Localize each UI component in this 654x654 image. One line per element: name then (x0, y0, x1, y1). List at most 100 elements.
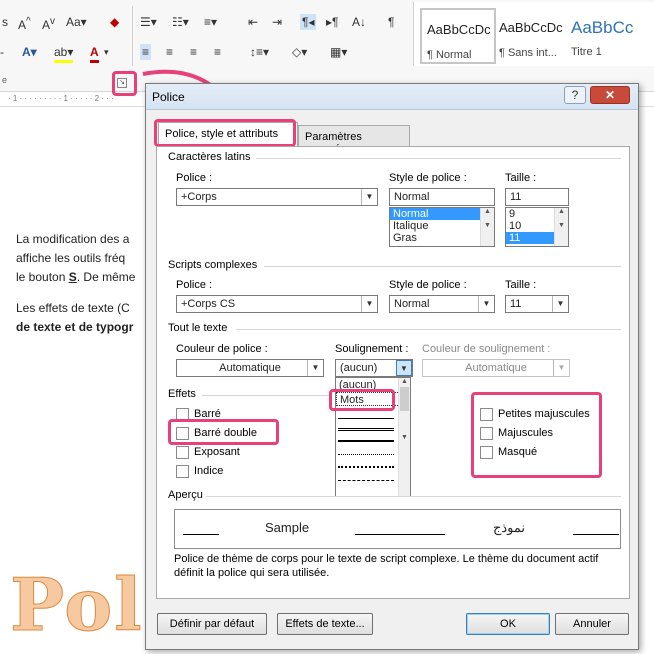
underline-single[interactable] (338, 418, 394, 419)
latin-size-list[interactable]: 9 10 11 ▲ ▼ (505, 207, 569, 247)
style-preview: AaBbCc (571, 18, 634, 37)
help-button[interactable]: ? (564, 86, 586, 104)
ribbon-clipped-icon[interactable]: - (0, 44, 4, 60)
chevron-down-icon[interactable]: ▼ (552, 296, 568, 312)
text-effects-button[interactable]: Effets de texte... (277, 613, 373, 635)
chevron-down-icon[interactable]: ▼ (396, 360, 412, 376)
list-item[interactable]: Italique (390, 220, 494, 232)
shrink-font-icon[interactable]: Av (42, 14, 55, 33)
set-default-button[interactable]: Définir par défaut (157, 613, 267, 635)
underline-label: Soulignement : (335, 343, 409, 355)
underline-dashed[interactable] (338, 480, 394, 481)
underline-dotted-heavy[interactable] (338, 466, 394, 468)
mots-highlight (329, 389, 395, 411)
align-center-icon[interactable]: ≡ (166, 44, 173, 60)
chevron-down-icon[interactable]: ▼ (307, 360, 323, 376)
list-item[interactable]: Gras (390, 232, 494, 244)
checkbox-label: Exposant (194, 446, 240, 458)
complex-heading: Scripts complexes (168, 259, 258, 271)
font-color-value: Automatique (219, 362, 281, 374)
font-color-label: Couleur de police : (176, 343, 268, 355)
watermark-logo: Pol (10, 562, 144, 648)
doc-line: de texte et de typogr (16, 320, 134, 334)
doc-text: le bouton (16, 270, 69, 284)
align-left-icon[interactable]: ≡ (140, 44, 152, 60)
underline-thick[interactable] (338, 440, 394, 442)
font-color-dropdown-icon[interactable]: ▾ (104, 44, 109, 60)
chevron-down-icon: ▼ (553, 360, 569, 376)
preview-rule (355, 534, 445, 535)
show-marks-icon[interactable]: ¶ (388, 14, 394, 30)
font-color-select[interactable]: Automatique ▼ (176, 359, 324, 377)
ribbon-clipped-icon[interactable]: s (2, 14, 8, 30)
shading-icon[interactable]: ◇▾ (292, 44, 307, 60)
style-heading-1[interactable]: AaBbCc Titre 1 (566, 8, 654, 64)
underline-double[interactable] (338, 428, 394, 431)
caps-highlight (471, 392, 602, 478)
scrollbar[interactable]: ▲ ▼ (480, 208, 494, 246)
change-case-icon[interactable]: Aa▾ (66, 14, 87, 30)
latin-font-select[interactable]: +Corps ▼ (176, 188, 378, 206)
superscript-checkbox[interactable] (176, 446, 189, 459)
style-normal[interactable]: AaBbCcDc ¶ Normal (420, 8, 496, 64)
chevron-down-icon[interactable]: ▼ (361, 296, 377, 312)
underline-dotted[interactable] (338, 454, 394, 455)
scrollbar[interactable]: ▲ ▼ (398, 378, 410, 496)
complex-size-select[interactable]: 11 ▼ (505, 295, 569, 313)
ltr-paragraph-icon[interactable]: ¶◂ (300, 14, 317, 30)
bullets-icon[interactable]: ☰▾ (140, 14, 157, 30)
complex-style-label: Style de police : (389, 279, 467, 291)
dialog-titlebar[interactable]: Police ? ✕ (146, 84, 638, 110)
close-button[interactable]: ✕ (590, 86, 630, 104)
ok-button[interactable]: OK (466, 613, 550, 635)
dialog-title: Police (152, 90, 185, 104)
styles-gallery: AaBbCcDc ¶ Normal AaBbCcDc ¶ Sans int...… (413, 2, 654, 66)
numbering-icon[interactable]: ☷▾ (172, 14, 189, 30)
borders-icon[interactable]: ▦▾ (330, 44, 347, 60)
preview-arabic: نموذج (493, 520, 526, 535)
grow-font-icon[interactable]: A^ (18, 14, 31, 33)
subscript-checkbox[interactable] (176, 465, 189, 478)
chevron-down-icon[interactable]: ▼ (361, 189, 377, 205)
underline-color-label: Couleur de soulignement : (422, 343, 551, 355)
ribbon-separator (132, 6, 133, 66)
sort-icon[interactable]: A↓ (352, 14, 366, 30)
rtl-paragraph-icon[interactable]: ▸¶ (326, 14, 338, 30)
scrollbar[interactable]: ▲ ▼ (554, 208, 568, 246)
latin-style-list[interactable]: Normal Italique Gras ▲ ▼ (389, 207, 495, 247)
underline-select[interactable]: (aucun) ▼ (335, 359, 413, 377)
style-label: Titre 1 (571, 46, 602, 58)
complex-font-select[interactable]: +Corps CS ▼ (176, 295, 378, 313)
justify-icon[interactable]: ≡ (214, 44, 221, 60)
highlight-color-icon[interactable]: ab▾ (54, 44, 74, 63)
all-text-heading: Tout le texte (168, 322, 228, 334)
doc-text-bold: S (68, 270, 77, 284)
latin-font-label: Police : (176, 172, 213, 184)
style-no-spacing[interactable]: AaBbCcDc ¶ Sans int... (494, 8, 570, 64)
list-item[interactable]: Normal (390, 208, 494, 220)
increase-indent-icon[interactable]: ⇥ (272, 14, 282, 30)
complex-font-label: Police : (176, 279, 213, 291)
clear-formatting-icon[interactable]: ◆ (110, 14, 119, 30)
latin-size-input[interactable]: 11 (505, 188, 569, 206)
tab-advanced[interactable]: Paramètres avancés (298, 125, 410, 155)
chevron-down-icon[interactable]: ▼ (478, 296, 494, 312)
style-label: ¶ Sans int... (499, 47, 557, 59)
preview-heading: Aperçu (168, 489, 203, 501)
underline-color-value: Automatique (465, 362, 527, 374)
divider (202, 395, 332, 396)
multilevel-list-icon[interactable]: ≡▾ (204, 14, 217, 30)
style-preview: AaBbCcDc (499, 20, 563, 35)
complex-style-select[interactable]: Normal ▼ (389, 295, 495, 313)
cancel-button[interactable]: Annuler (555, 613, 629, 635)
doc-line: le bouton S. De même (16, 268, 135, 286)
decrease-indent-icon[interactable]: ⇤ (248, 14, 258, 30)
line-spacing-icon[interactable]: ↕≡▾ (250, 44, 269, 60)
text-effects-icon[interactable]: A▾ (22, 44, 37, 60)
latin-style-input[interactable]: Normal (389, 188, 495, 206)
latin-size-label: Taille : (505, 172, 537, 184)
divider (256, 158, 621, 159)
font-color-icon[interactable]: A (90, 44, 99, 63)
latin-style-label: Style de police : (389, 172, 467, 184)
align-right-icon[interactable]: ≡ (190, 44, 197, 60)
